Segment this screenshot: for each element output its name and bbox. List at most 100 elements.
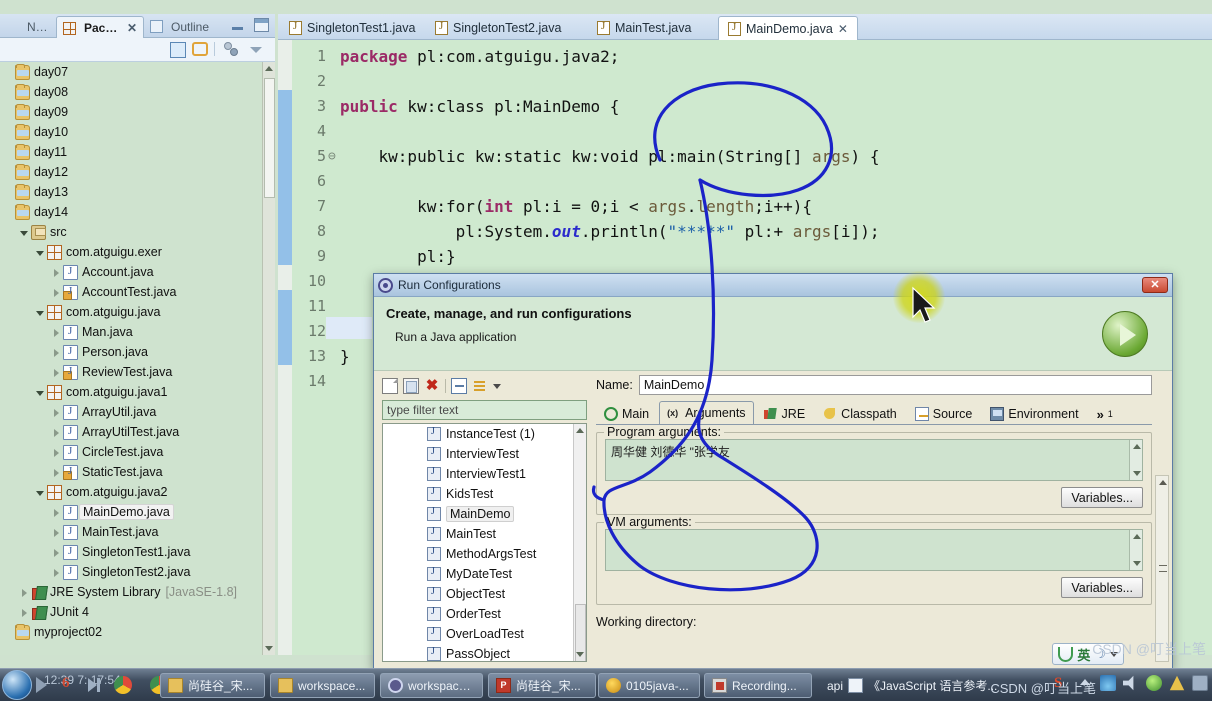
expand-arrow-open-icon[interactable] — [20, 228, 29, 237]
tree-item[interactable]: Man.java — [0, 322, 275, 342]
expand-arrow-closed-icon[interactable] — [52, 268, 61, 277]
configurations-scrollbar[interactable] — [573, 424, 586, 661]
code-line[interactable]: 4 — [292, 119, 1212, 144]
textarea-scrollbar[interactable] — [1129, 530, 1142, 570]
tree-item[interactable]: com.atguigu.java1 — [0, 382, 275, 402]
tree-item[interactable]: CircleTest.java — [0, 442, 275, 462]
code-line[interactable]: 7 kw:for(int pl:i = 0;i < args.length;i+… — [292, 194, 1212, 219]
warning-icon[interactable] — [1169, 675, 1185, 691]
tree-item[interactable]: Account.java — [0, 262, 275, 282]
delete-icon[interactable]: ✖ — [424, 378, 440, 394]
run-icon[interactable] — [1102, 311, 1148, 357]
expand-arrow-open-icon[interactable] — [36, 488, 45, 497]
fold-toggle-icon[interactable]: ⊖ — [328, 144, 336, 169]
code-line[interactable]: 9 pl:} — [292, 244, 1212, 269]
scroll-up-icon[interactable] — [1159, 480, 1167, 485]
expand-arrow-open-icon[interactable] — [36, 388, 45, 397]
close-icon[interactable]: ✕ — [838, 22, 848, 36]
view-tab-outline[interactable]: Outline — [144, 15, 228, 38]
vm-variables-button[interactable]: Variables... — [1061, 577, 1143, 598]
expand-arrow-closed-icon[interactable] — [52, 408, 61, 417]
configuration-list-item[interactable]: InterviewTest1 — [383, 464, 586, 484]
scroll-up-icon[interactable] — [1133, 444, 1141, 449]
next-track-icon[interactable] — [88, 676, 106, 694]
program-variables-button[interactable]: Variables... — [1061, 487, 1143, 508]
configuration-list-item[interactable]: MyDateTest — [383, 564, 586, 584]
tree-item[interactable]: day10 — [0, 122, 275, 142]
view-chevron-icon[interactable] — [250, 42, 266, 58]
configuration-list-item[interactable]: MainTest — [383, 524, 586, 544]
expand-arrow-closed-icon[interactable] — [52, 348, 61, 357]
tree-item[interactable]: StaticTest.java — [0, 462, 275, 482]
minimize-view-button[interactable] — [231, 20, 245, 32]
taskbar-button-eclipse[interactable]: workspace... — [380, 673, 483, 698]
program-arguments-textarea[interactable]: 周华健 刘德华 "张学友 — [605, 439, 1143, 481]
expand-arrow-closed-icon[interactable] — [52, 508, 61, 517]
tree-item[interactable]: com.atguigu.java2 — [0, 482, 275, 502]
collapse-all-icon[interactable] — [170, 42, 186, 58]
expand-arrow-closed-icon[interactable] — [52, 568, 61, 577]
run-configurations-dialog[interactable]: Run Configurations ✕ Create, manage, and… — [373, 273, 1173, 669]
scroll-up-icon[interactable] — [1133, 534, 1141, 539]
close-icon[interactable]: ✕ — [1142, 277, 1168, 293]
expand-arrow-closed-icon[interactable] — [20, 588, 29, 597]
taskbar-button-recording[interactable]: Recording... — [704, 673, 812, 698]
expand-arrow-open-icon[interactable] — [36, 248, 45, 257]
tree-scrollbar[interactable] — [262, 62, 275, 655]
scroll-down-icon[interactable] — [1133, 471, 1141, 476]
filter-input[interactable]: type filter text — [382, 400, 587, 420]
name-input[interactable]: MainDemo — [638, 375, 1152, 395]
code-line[interactable]: 3 public kw:class pl:MainDemo { — [292, 94, 1212, 119]
filter-icon[interactable] — [472, 378, 488, 394]
tree-item[interactable]: com.atguigu.exer — [0, 242, 275, 262]
scroll-thumb[interactable] — [264, 78, 275, 198]
taskbar-button-workspace[interactable]: workspace... — [270, 673, 375, 698]
configuration-list-item[interactable]: MainDemo — [383, 504, 586, 524]
editor-tab-singletontest1[interactable]: SingletonTest1.java — [280, 16, 424, 40]
project-tree[interactable]: day07 day08 day09 day10 day11 day12 day13 day14… — [0, 62, 275, 655]
tree-item[interactable]: day14 — [0, 202, 275, 222]
configuration-list-item[interactable]: MethodArgsTest — [383, 544, 586, 564]
duplicate-icon[interactable] — [403, 378, 419, 394]
scroll-down-icon[interactable] — [1133, 561, 1141, 566]
tree-item[interactable]: JRE System Library [JavaSE-1.8] — [0, 582, 275, 602]
view-tab-navigator[interactable]: Navig... — [0, 15, 56, 38]
expand-arrow-open-icon[interactable] — [36, 308, 45, 317]
scroll-up-icon[interactable] — [265, 66, 273, 71]
tree-item[interactable]: day13 — [0, 182, 275, 202]
tree-item[interactable]: JUnit 4 — [0, 602, 275, 622]
configuration-list-item[interactable]: InterviewTest — [383, 444, 586, 464]
link-with-editor-icon[interactable] — [192, 42, 208, 58]
configuration-list-item[interactable]: OrderTest — [383, 604, 586, 624]
editor-tab-maintest[interactable]: MainTest.java — [588, 16, 700, 40]
tree-item[interactable]: day09 — [0, 102, 275, 122]
tree-item[interactable]: day11 — [0, 142, 275, 162]
tab-jre[interactable]: JRE — [756, 403, 814, 424]
taskbar-button-0105java[interactable]: 0105java-... — [598, 673, 700, 698]
tree-item[interactable]: SingletonTest2.java — [0, 562, 275, 582]
battery-icon[interactable] — [1192, 675, 1208, 691]
taskbar-button-shangguigu[interactable]: 尚硅谷_宋... — [160, 673, 265, 698]
tree-item[interactable]: ReviewTest.java — [0, 362, 275, 382]
tab-classpath[interactable]: Classpath — [815, 403, 905, 424]
textarea-scrollbar[interactable] — [1129, 440, 1142, 480]
configuration-list-item[interactable]: KidsTest — [383, 484, 586, 504]
media-play-icon[interactable] — [36, 676, 54, 694]
editor-tab-maindemo[interactable]: MainDemo.java ✕ — [718, 16, 858, 40]
code-line[interactable]: 5 ⊖ kw:public kw:static kw:void pl:main(S… — [292, 144, 1212, 169]
tree-item[interactable]: day07 — [0, 62, 275, 82]
expand-arrow-closed-icon[interactable] — [52, 328, 61, 337]
close-icon[interactable]: ✕ — [127, 21, 137, 35]
volume-icon[interactable] — [1123, 675, 1134, 691]
taskbar-button-powerpoint[interactable]: P 尚硅谷_宋... — [488, 673, 596, 698]
tree-item[interactable]: AccountTest.java — [0, 282, 275, 302]
tree-item[interactable]: ArrayUtilTest.java — [0, 422, 275, 442]
tree-item[interactable]: day12 — [0, 162, 275, 182]
new-configuration-icon[interactable] — [382, 378, 398, 394]
tab-source[interactable]: Source — [907, 403, 981, 424]
configurations-list[interactable]: InstanceTest (1) InterviewTest InterviewTe… — [382, 423, 587, 662]
chrome-icon[interactable] — [114, 676, 132, 694]
tree-item[interactable]: SingletonTest1.java — [0, 542, 275, 562]
maximize-view-button[interactable] — [254, 18, 269, 32]
expand-arrow-closed-icon[interactable] — [52, 288, 61, 297]
